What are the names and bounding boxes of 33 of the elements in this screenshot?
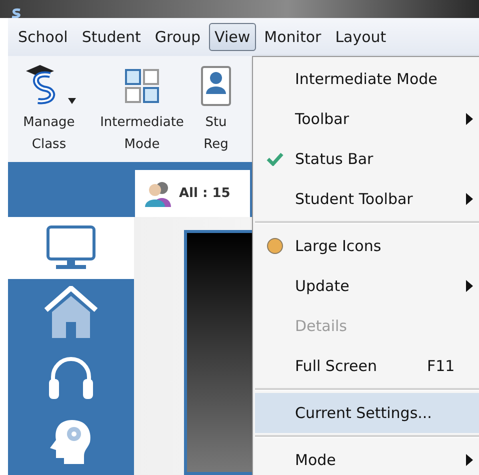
menu-item[interactable]: Student Toolbar [255,179,479,219]
menu-item[interactable]: Current Settings... [255,393,479,433]
group-tab[interactable]: All : 15 [135,170,250,217]
submenu-arrow-icon [466,454,473,466]
menu-title[interactable]: Monitor [258,23,328,51]
submenu-arrow-icon [466,113,473,125]
house-icon [44,286,98,338]
submenu-arrow-icon [466,193,473,205]
toolbar-button[interactable]: Stu Reg [196,60,236,156]
radio-dot-icon [266,237,284,255]
menu-item[interactable]: Toolbar [255,99,479,139]
menu-title[interactable]: School [12,23,74,51]
person-card-icon [201,66,231,106]
toolbar-button[interactable]: Manage Class [10,60,88,156]
menu-title[interactable]: Group [148,23,207,51]
menu-item[interactable]: Large Icons [255,226,479,266]
menu-title[interactable]: View [208,23,256,51]
menu-title[interactable]: Student [76,23,147,51]
monitor-icon [46,225,96,271]
sidebar-item[interactable] [8,217,134,279]
check-icon [266,152,284,166]
menu-item[interactable]: Update [255,266,479,306]
toolbar-button[interactable]: Intermediate Mode [94,60,190,156]
menu-title[interactable]: Layout [329,23,392,51]
submenu-arrow-icon [466,280,473,292]
menu-item[interactable]: Mode [255,440,479,475]
menu-item[interactable]: Intermediate Mode [255,59,479,99]
caret-icon [68,98,76,104]
app-icon [10,8,22,18]
grid-icon [124,68,160,104]
menu-item[interactable]: Status Bar [255,139,479,179]
menu-item[interactable]: Full Screen F11 [255,346,479,386]
people-icon [143,180,173,206]
